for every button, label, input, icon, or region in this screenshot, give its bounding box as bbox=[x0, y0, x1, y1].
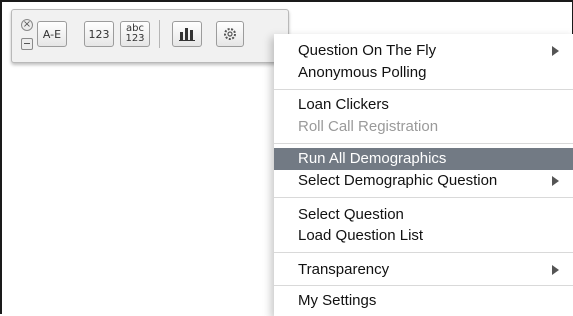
menu-separator bbox=[274, 89, 573, 90]
numeric-button[interactable]: 123 bbox=[84, 21, 114, 47]
submenu-arrow-icon bbox=[552, 265, 559, 275]
bar-chart-icon bbox=[179, 28, 195, 41]
menu-item-label: Loan Clickers bbox=[298, 96, 389, 113]
menu-item-select-demographic-question[interactable]: Select Demographic Question bbox=[274, 170, 573, 192]
submenu-arrow-icon bbox=[552, 176, 559, 186]
settings-button[interactable] bbox=[216, 21, 244, 47]
minimize-icon[interactable] bbox=[21, 38, 33, 50]
menu-item-select-question[interactable]: Select Question bbox=[274, 204, 573, 226]
toolbar-divider bbox=[159, 20, 160, 48]
context-menu: Question On The Fly Anonymous Polling Lo… bbox=[274, 34, 573, 316]
floating-toolbar: × A-E 123 abc 123 bbox=[11, 9, 289, 63]
menu-separator bbox=[274, 252, 573, 253]
alphanumeric-button[interactable]: abc 123 bbox=[120, 21, 150, 47]
menu-item-label: Anonymous Polling bbox=[298, 64, 427, 81]
numeric-label: 123 bbox=[88, 27, 110, 41]
multiple-choice-button[interactable]: A-E bbox=[37, 21, 67, 47]
menu-item-loan-clickers[interactable]: Loan Clickers bbox=[274, 94, 573, 116]
menu-item-label: Roll Call Registration bbox=[298, 118, 439, 135]
menu-item-transparency[interactable]: Transparency bbox=[274, 259, 573, 281]
menu-item-roll-call-registration: Roll Call Registration bbox=[274, 116, 573, 138]
menu-separator bbox=[274, 285, 573, 286]
submenu-arrow-icon bbox=[552, 46, 559, 56]
gear-icon bbox=[224, 28, 236, 40]
menu-item-label: Load Question List bbox=[298, 227, 424, 244]
menu-item-label: Select Question bbox=[298, 206, 404, 223]
menu-item-label: Transparency bbox=[298, 261, 390, 278]
menu-item-my-settings[interactable]: My Settings bbox=[274, 290, 573, 312]
menu-item-label: Run All Demographics bbox=[298, 150, 447, 167]
multiple-choice-label: A-E bbox=[42, 27, 62, 41]
menu-item-run-all-demographics[interactable]: Run All Demographics bbox=[274, 148, 573, 170]
menu-item-label: My Settings bbox=[298, 292, 377, 309]
close-icon[interactable]: × bbox=[21, 19, 33, 31]
alphanumeric-label-line2: 123 bbox=[125, 33, 145, 44]
menu-item-load-question-list[interactable]: Load Question List bbox=[274, 225, 573, 247]
menu-item-question-on-the-fly[interactable]: Question On The Fly bbox=[274, 40, 573, 62]
menu-item-anonymous-polling[interactable]: Anonymous Polling bbox=[274, 62, 573, 84]
menu-item-label: Question On The Fly bbox=[298, 42, 437, 59]
menu-separator bbox=[274, 197, 573, 198]
results-chart-button[interactable] bbox=[172, 21, 202, 47]
menu-separator bbox=[274, 143, 573, 144]
app-window: × A-E 123 abc 123 Question On The Fly An… bbox=[0, 0, 573, 316]
menu-item-label: Select Demographic Question bbox=[298, 172, 498, 189]
